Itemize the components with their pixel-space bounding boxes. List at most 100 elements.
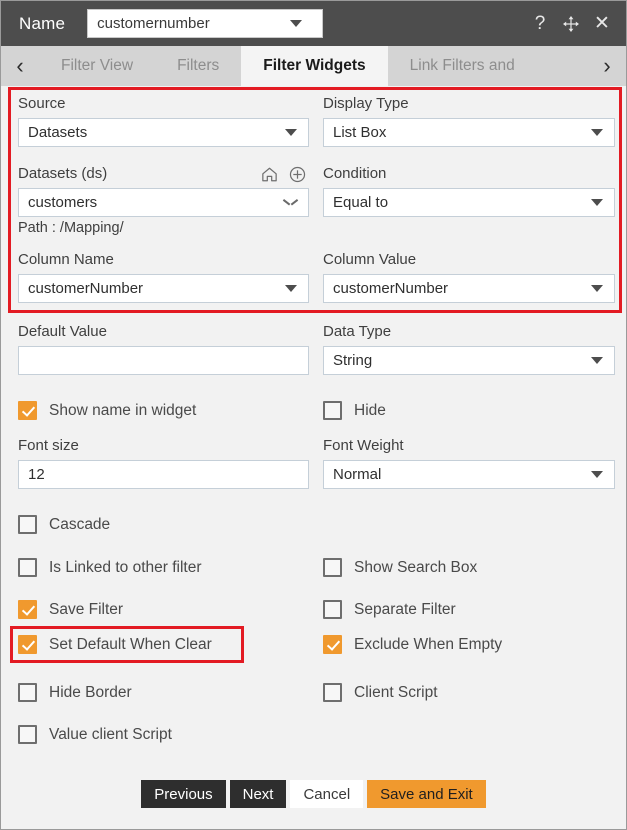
chevron-down-icon [591, 357, 603, 364]
checkbox-cascade[interactable]: Cascade [18, 515, 309, 534]
checkbox-exclude-when-empty[interactable]: Exclude When Empty [323, 635, 615, 654]
checkbox-separate-filter[interactable]: Separate Filter [323, 600, 615, 619]
font-size-input[interactable]: 12 [18, 460, 309, 489]
default-value-label: Default Value [18, 323, 107, 340]
checkbox-box [323, 635, 342, 654]
checkbox-show-search-box[interactable]: Show Search Box [323, 558, 615, 577]
condition-label: Condition [323, 165, 387, 182]
chevron-down-icon [591, 471, 603, 478]
column-name-select[interactable]: customerNumber [18, 274, 309, 303]
datasets-select[interactable]: customers [18, 188, 309, 217]
field-font-weight: Font Weight Normal [323, 436, 615, 489]
tab-filters[interactable]: Filters [155, 46, 241, 86]
display-type-label: Display Type [323, 95, 409, 112]
checkbox-hide[interactable]: Hide [323, 401, 615, 420]
default-value-input[interactable] [18, 346, 309, 375]
checkbox-save-filter[interactable]: Save Filter [18, 600, 309, 619]
field-data-type: Data Type String [323, 322, 615, 375]
source-select[interactable]: Datasets [18, 118, 309, 147]
chevron-down-icon [285, 285, 297, 292]
filter-widget-dialog: Name customernumber ? ✕ ‹ Filter View Fi… [0, 0, 627, 830]
checkbox-box [323, 600, 342, 619]
checkbox-show-name-in-widget[interactable]: Show name in widget [18, 401, 309, 420]
checkbox-label: Save Filter [49, 600, 124, 618]
column-name-label: Column Name [18, 251, 114, 268]
source-label: Source [18, 95, 66, 112]
next-button[interactable]: Next [229, 780, 287, 808]
add-circle-icon[interactable] [288, 165, 307, 184]
column-value-label: Column Value [323, 251, 417, 268]
checkbox-hide-border[interactable]: Hide Border [18, 683, 309, 702]
checkbox-box [18, 515, 37, 534]
name-label: Name [19, 13, 66, 33]
field-column-name: Column Name customerNumber [18, 250, 309, 303]
column-value-value: customerNumber [333, 280, 449, 297]
checkbox-box [18, 683, 37, 702]
checkbox-label: Show Search Box [354, 558, 478, 576]
checkbox-box [323, 401, 342, 420]
datasets-label: Datasets (ds) [18, 165, 108, 182]
font-size-label: Font size [18, 437, 79, 454]
display-type-select[interactable]: List Box [323, 118, 615, 147]
chevron-down-icon [284, 199, 297, 207]
chevron-down-icon [285, 129, 297, 136]
checkbox-box [18, 635, 37, 654]
column-name-value: customerNumber [28, 280, 144, 297]
previous-button[interactable]: Previous [141, 780, 226, 808]
checkbox-box [18, 401, 37, 420]
data-type-label: Data Type [323, 323, 392, 340]
checkbox-label: Separate Filter [354, 600, 456, 618]
field-column-value: Column Value customerNumber [323, 250, 615, 303]
name-input[interactable]: customernumber [87, 9, 324, 38]
checkbox-label: Exclude When Empty [354, 635, 503, 653]
form-grid: Source Datasets Display Type List Box Da… [1, 86, 626, 829]
checkbox-client-script[interactable]: Client Script [323, 683, 615, 702]
save-and-exit-button[interactable]: Save and Exit [367, 780, 486, 808]
checkbox-value-client-script[interactable]: Value client Script [18, 725, 309, 744]
data-type-value: String [333, 352, 373, 369]
font-weight-select[interactable]: Normal [323, 460, 615, 489]
column-value-select[interactable]: customerNumber [323, 274, 615, 303]
cancel-button[interactable]: Cancel [290, 780, 364, 808]
font-weight-label: Font Weight [323, 437, 404, 454]
condition-select[interactable]: Equal to [323, 188, 615, 217]
source-value: Datasets [28, 124, 88, 141]
dialog-body: Source Datasets Display Type List Box Da… [1, 86, 626, 829]
chevron-down-icon [591, 285, 603, 292]
checkbox-box [18, 558, 37, 577]
datasets-label-row: Datasets (ds) [18, 164, 309, 184]
field-default-value: Default Value [18, 322, 309, 375]
datasets-value: customers [28, 194, 98, 211]
datasets-label-icons [260, 165, 309, 184]
data-type-select[interactable]: String [323, 346, 615, 375]
checkbox-box [323, 683, 342, 702]
help-icon[interactable]: ? [530, 13, 550, 35]
chevron-down-icon [591, 199, 603, 206]
tab-link-filters-and[interactable]: Link Filters and [388, 46, 537, 86]
close-icon[interactable]: ✕ [592, 13, 612, 35]
field-display-type: Display Type List Box [323, 94, 615, 147]
checkbox-box [18, 725, 37, 744]
field-source: Source Datasets [18, 94, 309, 147]
tabs-scroll-right-icon[interactable]: › [588, 46, 626, 86]
tab-bar: ‹ Filter View Filters Filter Widgets Lin… [1, 46, 626, 86]
checkbox-label: Client Script [354, 683, 438, 701]
checkbox-box [323, 558, 342, 577]
tabs-scroll-left-icon[interactable]: ‹ [1, 46, 39, 86]
checkbox-label: Set Default When Clear [49, 635, 212, 653]
titlebar-actions: ? ✕ [530, 13, 616, 35]
checkbox-label: Hide [354, 401, 386, 419]
checkbox-label: Value client Script [49, 725, 172, 743]
checkbox-set-default-when-clear[interactable]: Set Default When Clear [18, 635, 309, 654]
checkbox-box [18, 600, 37, 619]
condition-value: Equal to [333, 194, 389, 211]
checkbox-is-linked-to-other-filter[interactable]: Is Linked to other filter [18, 558, 309, 577]
checkbox-label: Hide Border [49, 683, 132, 701]
chevron-down-icon [290, 20, 303, 27]
checkbox-label: Is Linked to other filter [49, 558, 202, 576]
move-arrows-icon[interactable] [561, 13, 581, 35]
home-icon[interactable] [260, 165, 279, 184]
tab-filter-widgets[interactable]: Filter Widgets [241, 46, 388, 86]
tab-filter-view[interactable]: Filter View [39, 46, 155, 86]
name-input-value: customernumber [97, 15, 210, 32]
